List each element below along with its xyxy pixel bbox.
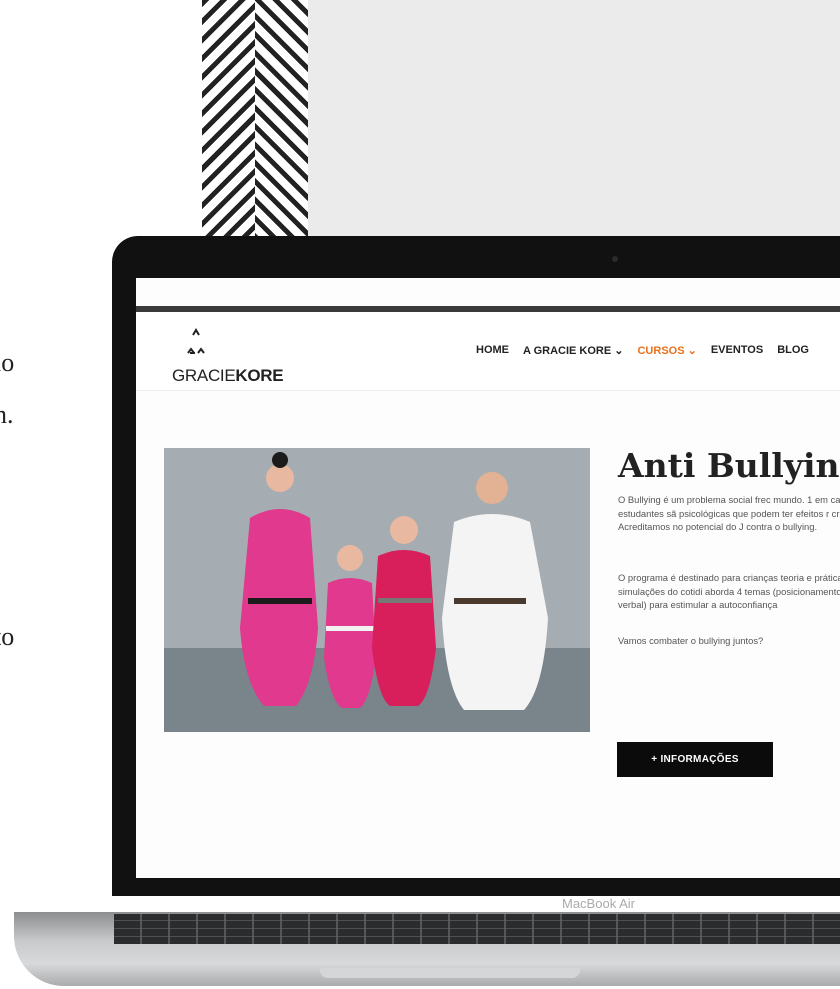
camera-icon bbox=[612, 256, 618, 262]
nav-cursos[interactable]: CURSOS ⌄ bbox=[637, 344, 696, 357]
device-label: MacBook Air bbox=[562, 896, 635, 911]
nav-eventos[interactable]: EVENTOS bbox=[711, 344, 763, 357]
more-info-button[interactable]: + INFORMAÇÕES bbox=[617, 742, 773, 777]
hero-photo bbox=[164, 448, 590, 732]
side-text-3: to bbox=[0, 622, 15, 651]
main-nav: HOME A GRACIE KORE ⌄ CURSOS ⌄ EVENTOS BL… bbox=[476, 344, 809, 357]
side-text-1: io bbox=[0, 348, 15, 377]
keyboard-rows bbox=[114, 914, 840, 944]
trackpad-notch bbox=[320, 968, 580, 978]
logo-text[interactable]: GRACIEKORE bbox=[172, 366, 284, 386]
family-illustration bbox=[240, 452, 548, 710]
side-text-2: n. bbox=[0, 400, 14, 429]
logo-icon[interactable] bbox=[170, 320, 230, 360]
chevron-pattern bbox=[202, 0, 308, 240]
site-header: GRACIEKORE HOME A GRACIE KORE ⌄ CURSOS ⌄… bbox=[136, 312, 840, 391]
nav-home[interactable]: HOME bbox=[476, 344, 509, 357]
logo-text-light: GRACIE bbox=[172, 366, 236, 385]
laptop-screen: GRACIEKORE HOME A GRACIE KORE ⌄ CURSOS ⌄… bbox=[136, 278, 840, 878]
logo-text-bold: KORE bbox=[235, 366, 284, 385]
program-paragraph: O programa é destinado para crianças teo… bbox=[618, 572, 840, 611]
page-title: Anti Bullying bbox=[618, 446, 840, 485]
nav-blog[interactable]: BLOG bbox=[777, 344, 809, 357]
intro-paragraph: O Bullying é um problema social frec mun… bbox=[618, 494, 840, 533]
closing-paragraph: Vamos combater o bullying juntos? bbox=[618, 635, 764, 646]
nav-a-gracie-kore[interactable]: A GRACIE KORE ⌄ bbox=[523, 344, 623, 357]
